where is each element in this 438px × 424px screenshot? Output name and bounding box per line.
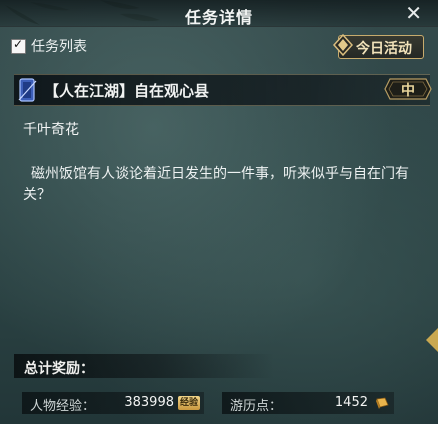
reward-label: 人物经验： xyxy=(30,399,96,414)
task-subtitle: 千叶奇花 xyxy=(23,122,79,138)
task-list-toggle[interactable]: 任务列表 xyxy=(11,36,87,56)
today-activity-label: 今日活动 xyxy=(356,41,412,57)
window-header: 任务详情 ✕ xyxy=(0,0,438,27)
today-activity-button[interactable]: 今日活动 xyxy=(326,32,428,60)
rewards-header: 总计奖励： xyxy=(14,354,274,378)
scroll-quest-icon xyxy=(18,78,37,102)
rewards-header-label: 总计奖励： xyxy=(24,361,94,377)
reward-label: 游历点： xyxy=(230,399,283,414)
experience-icon: 经验 xyxy=(178,396,200,410)
reward-row-travel-points: 游历点： 1452 xyxy=(222,392,394,414)
task-title-bar: 【人在江湖】自在观心县 中 xyxy=(14,74,432,106)
task-list-checkbox[interactable] xyxy=(11,37,26,54)
window-title: 任务详情 xyxy=(184,8,253,27)
task-description: 磁州饭馆有人谈论着近日发生的一件事，听来似乎与自在门有关？ xyxy=(23,166,409,203)
difficulty-badge: 中 xyxy=(384,78,432,100)
close-icon[interactable]: ✕ xyxy=(405,1,422,25)
lantern-emblem-icon xyxy=(332,34,354,56)
side-arrow-ornament xyxy=(426,328,438,352)
task-name: 【人在江湖】自在观心县 xyxy=(44,82,210,100)
task-list-label: 任务列表 xyxy=(31,39,87,55)
reward-row-experience: 人物经验： 383998 经验 xyxy=(22,392,204,414)
difficulty-label: 中 xyxy=(401,83,415,99)
gold-ingot-icon xyxy=(376,397,389,409)
reward-value: 1452 xyxy=(334,395,368,410)
reward-value: 383998 xyxy=(124,395,174,410)
